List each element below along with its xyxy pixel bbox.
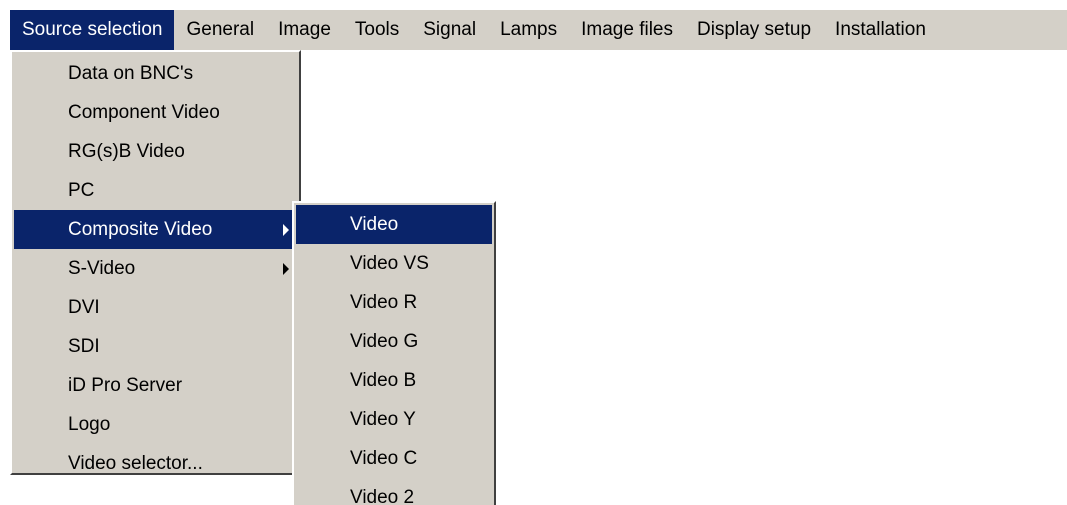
submenu-item-video-b[interactable]: Video B — [296, 361, 492, 400]
menu-item-label: PC — [68, 179, 95, 201]
menu-item-label: Video C — [350, 447, 418, 469]
menu-item-label: Video B — [350, 369, 417, 391]
menu-item-label: iD Pro Server — [68, 374, 183, 396]
menu-item-label: SDI — [68, 335, 100, 357]
menu-item-label: Composite Video — [68, 218, 213, 240]
menu-general[interactable]: General — [174, 10, 266, 50]
menu-tools[interactable]: Tools — [343, 10, 411, 50]
menu-item-s-video[interactable]: S-Video — [14, 249, 297, 288]
menu-item-label: Logo — [68, 413, 111, 435]
menu-item-label: Video G — [350, 330, 419, 352]
menu-image[interactable]: Image — [266, 10, 343, 50]
menu-item-id-pro-server[interactable]: iD Pro Server — [14, 366, 297, 405]
menu-display-setup[interactable]: Display setup — [685, 10, 823, 50]
submenu-arrow-icon — [283, 223, 289, 236]
submenu-item-video-2[interactable]: Video 2 — [296, 478, 492, 505]
menu-item-data-on-bncs[interactable]: Data on BNC's — [14, 54, 297, 93]
submenu-item-video-vs[interactable]: Video VS — [296, 244, 492, 283]
menu-item-label: S-Video — [68, 257, 136, 279]
screen: Source selection General Image Tools Sig… — [0, 0, 1067, 505]
submenu-item-video-y[interactable]: Video Y — [296, 400, 492, 439]
menu-item-label: Video selector... — [68, 452, 203, 474]
submenu-item-video[interactable]: Video — [296, 205, 492, 244]
menu-item-composite-video[interactable]: Composite Video — [14, 210, 297, 249]
source-selection-dropdown: Data on BNC's Component Video RG(s)B Vid… — [10, 50, 301, 475]
menu-item-label: Video VS — [350, 252, 429, 274]
menu-item-dvi[interactable]: DVI — [14, 288, 297, 327]
menu-installation[interactable]: Installation — [823, 10, 938, 50]
menu-source-selection[interactable]: Source selection — [10, 10, 175, 50]
menu-item-rgsb-video[interactable]: RG(s)B Video — [14, 132, 297, 171]
composite-video-submenu: Video Video VS Video R Video G Video B V… — [292, 201, 496, 505]
submenu-arrow-icon — [283, 262, 289, 275]
submenu-item-video-g[interactable]: Video G — [296, 322, 492, 361]
menu-item-video-selector[interactable]: Video selector... — [14, 444, 297, 483]
menu-item-pc[interactable]: PC — [14, 171, 297, 210]
menu-item-label: Video — [350, 213, 399, 235]
menu-item-label: RG(s)B Video — [68, 140, 185, 162]
menu-signal[interactable]: Signal — [411, 10, 488, 50]
menu-item-label: Data on BNC's — [68, 62, 194, 84]
menu-item-label: Video 2 — [350, 486, 415, 505]
menu-lamps[interactable]: Lamps — [488, 10, 569, 50]
menu-item-label: DVI — [68, 296, 100, 318]
menu-item-label: Component Video — [68, 101, 220, 123]
menu-item-component-video[interactable]: Component Video — [14, 93, 297, 132]
submenu-item-video-r[interactable]: Video R — [296, 283, 492, 322]
menu-item-label: Video R — [350, 291, 418, 313]
menu-item-logo[interactable]: Logo — [14, 405, 297, 444]
top-menu-bar: Source selection General Image Tools Sig… — [10, 10, 1067, 50]
submenu-item-video-c[interactable]: Video C — [296, 439, 492, 478]
menu-item-label: Video Y — [350, 408, 416, 430]
menu-item-sdi[interactable]: SDI — [14, 327, 297, 366]
menu-image-files[interactable]: Image files — [569, 10, 685, 50]
